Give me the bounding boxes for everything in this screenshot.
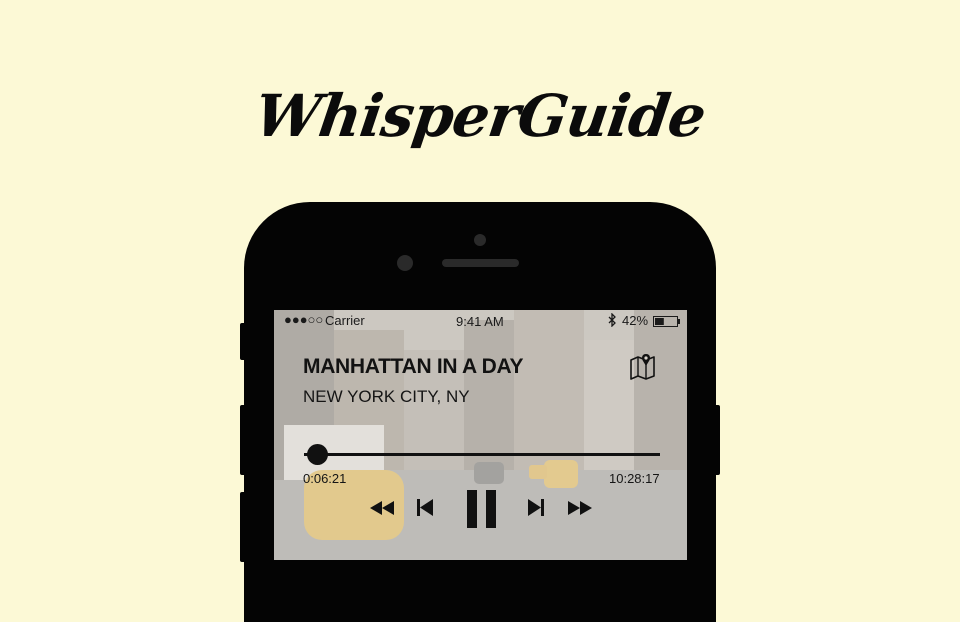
progress-track[interactable] xyxy=(304,453,660,456)
earpiece-speaker xyxy=(442,259,519,267)
signal-strength: ●●●○○ xyxy=(284,312,324,327)
front-camera xyxy=(397,255,413,271)
status-time: 9:41 AM xyxy=(456,314,504,329)
carrier-label: Carrier xyxy=(325,313,365,328)
phone-screen: ●●●○○ Carrier 9:41 AM 42% MANHATTAN IN A… xyxy=(274,310,687,560)
elapsed-time: 0:06:21 xyxy=(303,471,347,486)
tour-location: NEW YORK CITY, NY xyxy=(303,387,470,406)
app-logo-title: WhisperGuide xyxy=(250,82,710,150)
skip-previous-icon[interactable] xyxy=(417,499,433,516)
skip-next-icon[interactable] xyxy=(528,499,544,516)
total-time: 10:28:17 xyxy=(609,471,660,486)
status-bar: ●●●○○ Carrier 9:41 AM 42% xyxy=(274,312,687,330)
progress-scrubber[interactable] xyxy=(307,444,329,465)
pause-icon[interactable] xyxy=(467,490,497,528)
battery-percent: 42% xyxy=(622,313,649,328)
battery-icon xyxy=(653,316,680,327)
rewind-icon[interactable] xyxy=(370,501,394,515)
fast-forward-icon[interactable] xyxy=(568,501,592,515)
map-pin-icon[interactable] xyxy=(629,352,657,380)
tour-title: MANHATTAN IN A DAY xyxy=(303,355,524,378)
bluetooth-icon xyxy=(608,313,616,327)
proximity-sensor xyxy=(474,234,486,246)
